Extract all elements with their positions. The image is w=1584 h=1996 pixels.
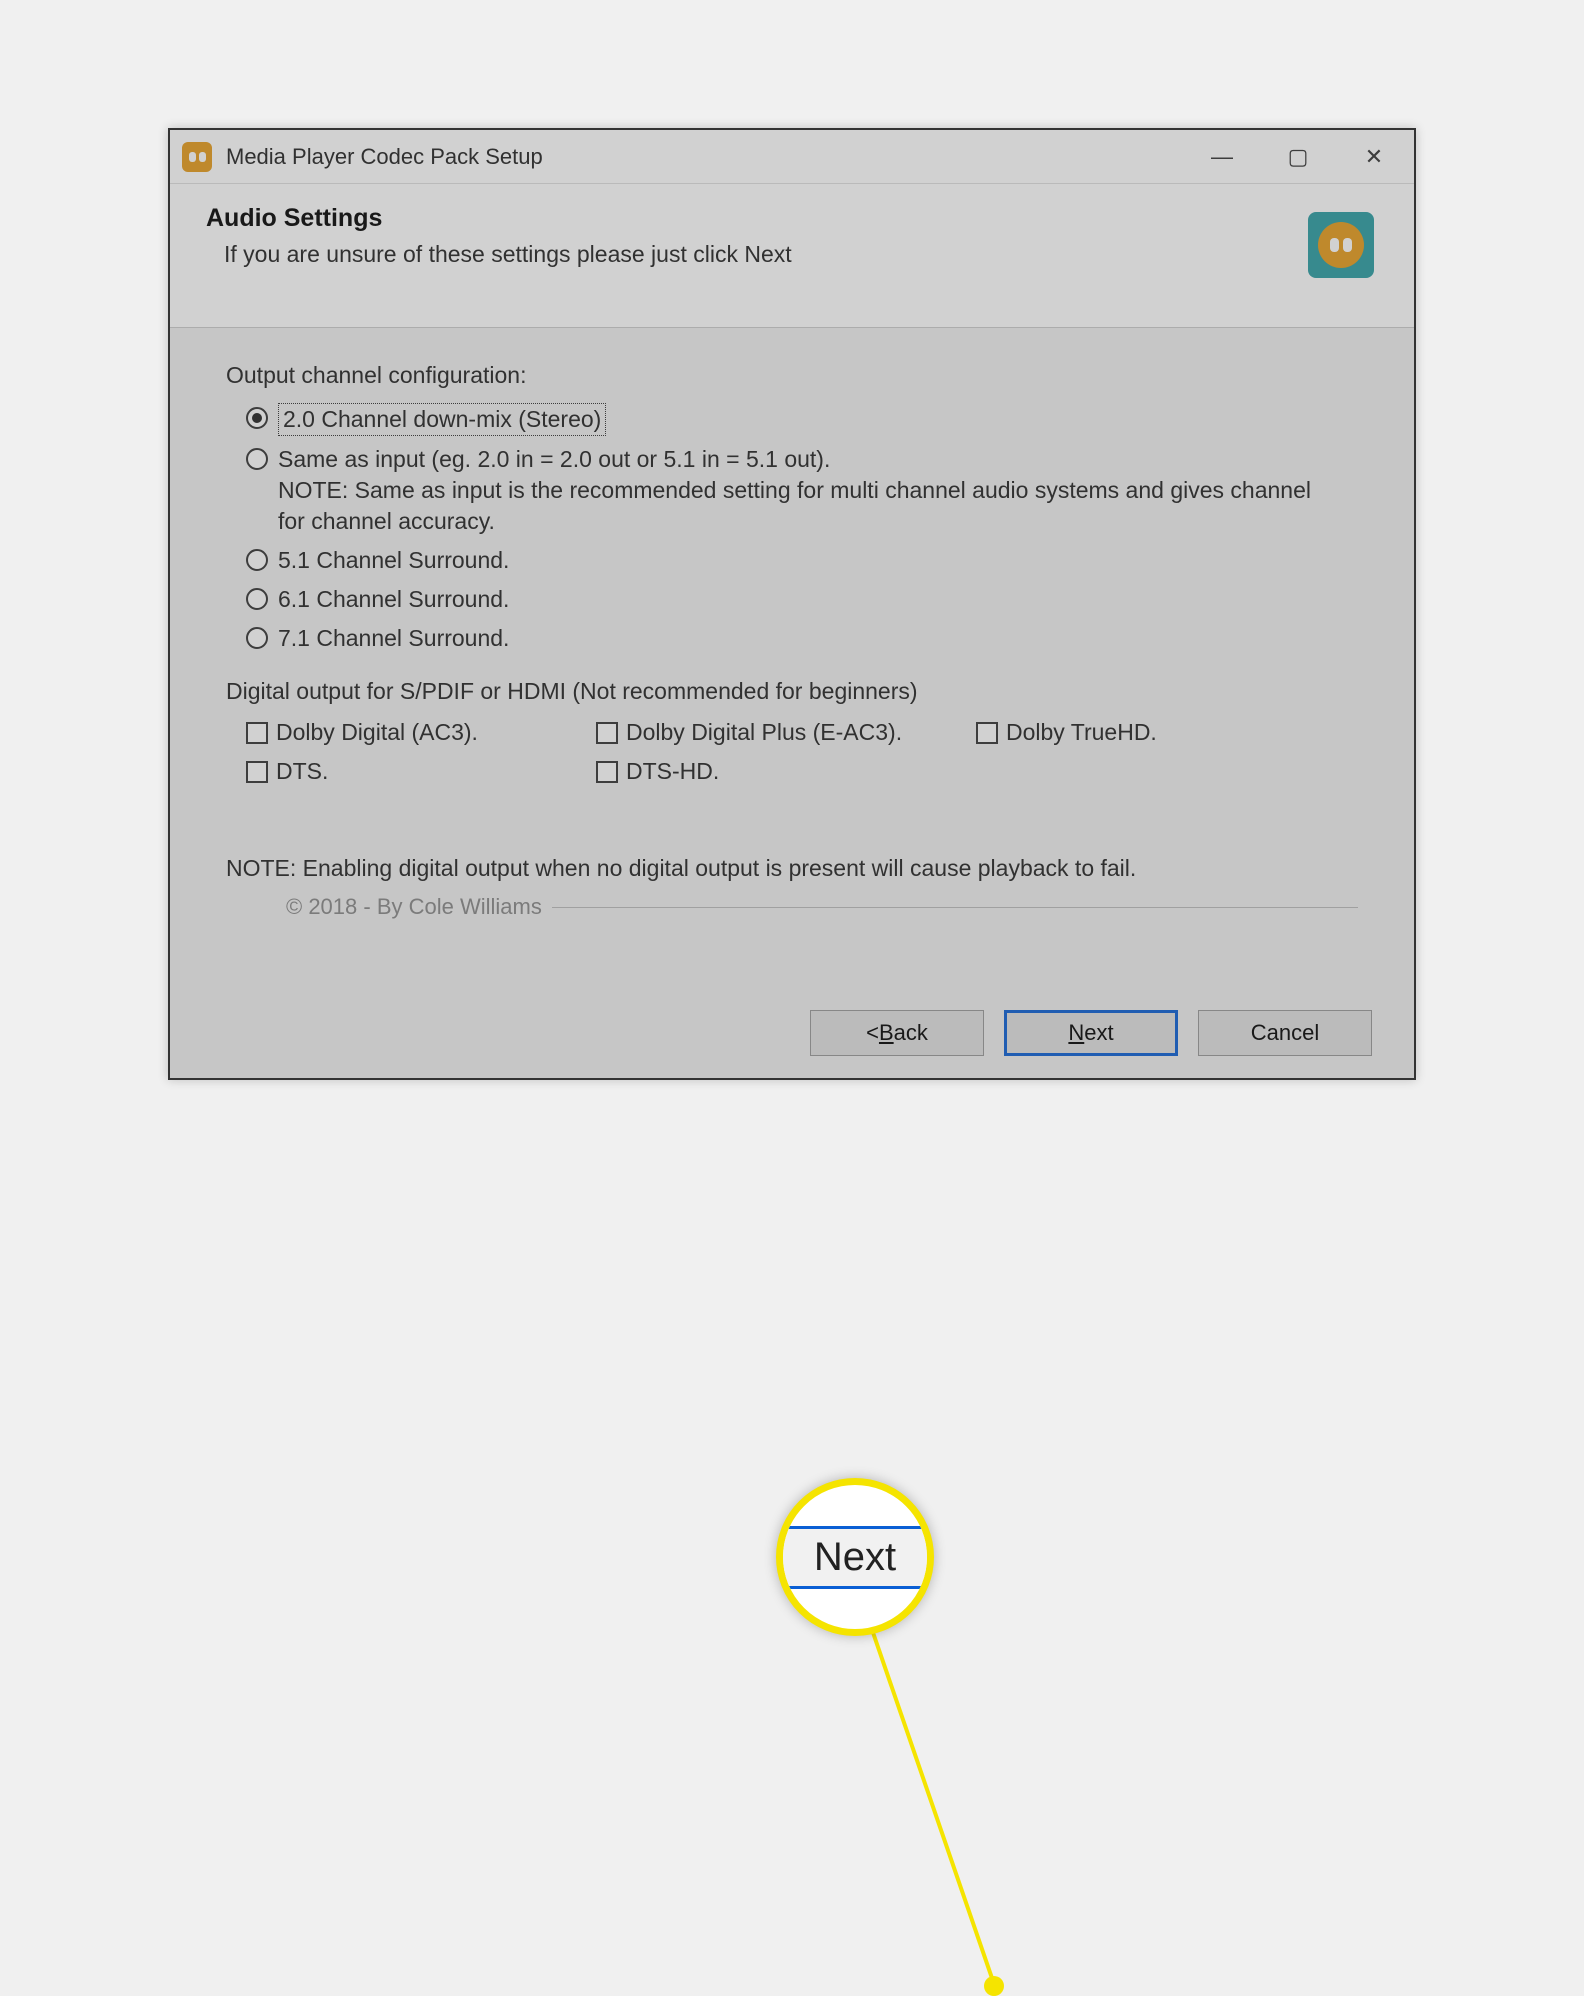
callout-line <box>870 1629 994 1980</box>
checkbox-label: Dolby Digital Plus (E-AC3). <box>626 719 902 746</box>
header: Audio Settings If you are unsure of thes… <box>170 184 1414 328</box>
app-icon <box>182 142 212 172</box>
divider-line <box>552 907 1358 908</box>
radio-icon <box>246 588 268 610</box>
checkbox-dolby-truehd[interactable]: Dolby TrueHD. <box>976 719 1236 746</box>
checkbox-dts-hd[interactable]: DTS-HD. <box>596 758 976 785</box>
radio-option-51[interactable]: 5.1 Channel Surround. <box>246 545 1358 576</box>
wizard-buttons: < Back Next Cancel <box>810 1010 1372 1056</box>
callout-text: Next <box>783 1526 927 1589</box>
radio-label: Same as input (eg. 2.0 in = 2.0 out or 5… <box>278 444 1318 475</box>
radio-label: 7.1 Channel Surround. <box>278 623 509 654</box>
checkbox-icon <box>596 722 618 744</box>
radio-icon <box>246 448 268 470</box>
radio-icon <box>246 407 268 429</box>
radio-label: 2.0 Channel down-mix (Stereo) <box>278 403 606 436</box>
callout-magnifier: Next <box>776 1478 934 1636</box>
minimize-icon[interactable]: — <box>1204 144 1240 170</box>
radio-option-stereo[interactable]: 2.0 Channel down-mix (Stereo) <box>246 403 1358 436</box>
page-title: Audio Settings <box>206 204 1378 233</box>
digital-output-label: Digital output for S/PDIF or HDMI (Not r… <box>226 678 1358 705</box>
product-icon <box>1308 212 1374 278</box>
radio-icon <box>246 549 268 571</box>
radio-option-71[interactable]: 7.1 Channel Surround. <box>246 623 1358 654</box>
page-subtitle: If you are unsure of these settings plea… <box>206 241 1378 268</box>
back-button[interactable]: < Back <box>810 1010 984 1056</box>
warning-note: NOTE: Enabling digital output when no di… <box>226 855 1358 882</box>
next-button[interactable]: Next <box>1004 1010 1178 1056</box>
copyright-line: © 2018 - By Cole Williams <box>226 894 1358 920</box>
radio-note: NOTE: Same as input is the recommended s… <box>278 475 1318 537</box>
callout-target-dot <box>984 1976 1004 1996</box>
checkbox-dts[interactable]: DTS. <box>246 758 596 785</box>
checkbox-icon <box>596 761 618 783</box>
checkbox-icon <box>246 722 268 744</box>
content-area: Output channel configuration: 2.0 Channe… <box>170 328 1414 930</box>
window-title: Media Player Codec Pack Setup <box>226 144 1204 170</box>
checkbox-label: Dolby TrueHD. <box>1006 719 1157 746</box>
close-icon[interactable]: ✕ <box>1356 144 1392 170</box>
radio-option-61[interactable]: 6.1 Channel Surround. <box>246 584 1358 615</box>
output-radio-group: 2.0 Channel down-mix (Stereo) Same as in… <box>226 403 1358 654</box>
checkbox-dolby-eac3[interactable]: Dolby Digital Plus (E-AC3). <box>596 719 976 746</box>
titlebar: Media Player Codec Pack Setup — ▢ ✕ <box>170 130 1414 184</box>
checkbox-dolby-ac3[interactable]: Dolby Digital (AC3). <box>246 719 596 746</box>
maximize-icon[interactable]: ▢ <box>1280 144 1316 170</box>
copyright-text: © 2018 - By Cole Williams <box>286 894 542 920</box>
radio-option-same-as-input[interactable]: Same as input (eg. 2.0 in = 2.0 out or 5… <box>246 444 1358 537</box>
cancel-button[interactable]: Cancel <box>1198 1010 1372 1056</box>
installer-window: Media Player Codec Pack Setup — ▢ ✕ Audi… <box>170 130 1414 1078</box>
checkbox-icon <box>976 722 998 744</box>
radio-label: 5.1 Channel Surround. <box>278 545 509 576</box>
radio-icon <box>246 627 268 649</box>
checkbox-label: Dolby Digital (AC3). <box>276 719 478 746</box>
checkbox-icon <box>246 761 268 783</box>
checkbox-label: DTS. <box>276 758 328 785</box>
checkbox-label: DTS-HD. <box>626 758 719 785</box>
radio-label: 6.1 Channel Surround. <box>278 584 509 615</box>
output-config-label: Output channel configuration: <box>226 362 1358 389</box>
